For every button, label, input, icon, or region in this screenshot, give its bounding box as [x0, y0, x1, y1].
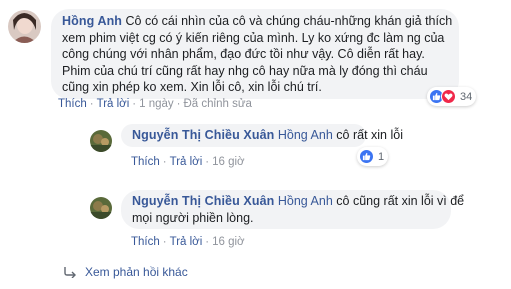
reply-author[interactable]: Nguyễn Thị Chiều Xuân: [132, 194, 274, 208]
reply-bubble: Nguyễn Thị Chiều Xuân Hồng Anh cô rất xi…: [121, 124, 403, 147]
reaction-summary[interactable]: 34: [427, 87, 477, 106]
reaction-count: 1: [378, 150, 385, 163]
reaction-summary[interactable]: 1: [357, 147, 389, 166]
reply-text-line: mọi người phiền lòng.: [132, 210, 254, 225]
reply-button[interactable]: Trả lời: [170, 236, 203, 248]
comment-actions: Thích · Trả lời · 1 ngày · Đã chỉnh sửa: [58, 98, 252, 110]
timestamp[interactable]: 16 giờ: [212, 236, 244, 248]
reply-bubble: Nguyễn Thị Chiều Xuân Hồng Anh cô cũng r…: [121, 190, 464, 229]
timestamp[interactable]: 16 giờ: [212, 156, 244, 168]
comment-text-line: Cô có cái nhìn của cô và chúng cháu-nhữn…: [125, 14, 453, 28]
reply-text: cô cũng rất xin lỗi vì để: [336, 194, 465, 208]
reply-text: cô rất xin lỗi: [336, 128, 403, 142]
view-more-replies[interactable]: Xem phản hồi khác: [63, 265, 188, 281]
reply-button[interactable]: Trả lời: [97, 98, 130, 110]
reaction-count: 34: [460, 90, 473, 103]
like-button[interactable]: Thích: [58, 98, 87, 110]
edited-label[interactable]: Đã chỉnh sửa: [184, 98, 252, 110]
comment-author[interactable]: Hồng Anh: [62, 14, 122, 28]
reply-mention[interactable]: Hồng Anh: [278, 128, 333, 142]
like-icon: [359, 149, 374, 164]
view-more-label: Xem phản hồi khác: [85, 265, 188, 279]
comment-bubble: Hồng Anh Cô có cái nhìn của cô và chúng …: [51, 9, 459, 99]
avatar[interactable]: [90, 197, 112, 219]
reply-actions: Thích · Trả lời · 16 giờ: [131, 236, 245, 248]
comment-text-line: Phim của chú trí cũng rất hay nhg cô hay…: [62, 63, 428, 78]
reply-button[interactable]: Trả lời: [170, 156, 203, 168]
reply-author[interactable]: Nguyễn Thị Chiều Xuân: [132, 128, 274, 142]
heart-icon: [441, 89, 456, 104]
reply-mention[interactable]: Hồng Anh: [278, 194, 333, 208]
comment-text-line: công chúng với nhân phẩm, đạo đức tồi nh…: [62, 47, 425, 61]
comment-text-line: xem phim việt cg có ý kiến riêng của mìn…: [62, 30, 445, 45]
like-button[interactable]: Thích: [131, 156, 160, 168]
avatar[interactable]: [8, 10, 41, 43]
reply-arrow-icon: [63, 266, 77, 281]
reply-actions: Thích · Trả lời · 16 giờ: [131, 156, 245, 168]
comment-text-line: cũng xin phép ko xem. Xin lỗi cô, xin lỗ…: [62, 80, 322, 94]
like-button[interactable]: Thích: [131, 236, 160, 248]
timestamp[interactable]: 1 ngày: [139, 98, 174, 110]
avatar[interactable]: [90, 130, 112, 152]
